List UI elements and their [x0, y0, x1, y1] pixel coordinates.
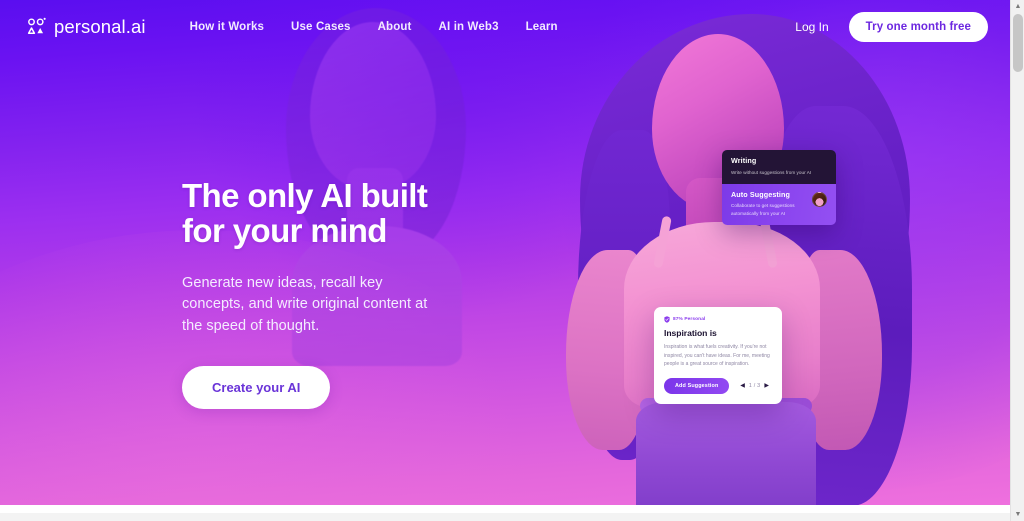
try-free-button[interactable]: Try one month free: [848, 12, 988, 42]
login-link[interactable]: Log In: [795, 20, 828, 34]
writing-mode-title: Writing: [731, 156, 757, 165]
nav-item-use-cases[interactable]: Use Cases: [291, 21, 351, 33]
brand-logo[interactable]: personal.ai: [26, 16, 146, 38]
vertical-scrollbar[interactable]: ▲ ▼: [1010, 0, 1024, 521]
page-canvas: personal.ai How it Works Use Cases About…: [0, 0, 1010, 513]
hero-subtitle: Generate new ideas, recall key concepts,…: [182, 274, 428, 335]
primary-nav: How it Works Use Cases About AI in Web3 …: [190, 21, 558, 33]
auto-suggesting-title: Auto Suggesting: [731, 189, 790, 199]
next-arrow-icon[interactable]: ▶: [764, 383, 769, 389]
pager-count: 1 / 3: [748, 382, 761, 389]
background-bloom-right: [560, 0, 1010, 490]
hero-figure-strap-left: [653, 215, 672, 269]
nav-item-learn[interactable]: Learn: [526, 21, 558, 33]
nav-item-how-it-works[interactable]: How it Works: [190, 21, 264, 33]
shield-badge-icon: [664, 316, 670, 323]
writing-modes-card: Writing Write without suggestions from y…: [722, 150, 836, 225]
browser-viewport: personal.ai How it Works Use Cases About…: [0, 0, 1024, 521]
inspiration-suggestion-card: 87% Personal Inspiration is Inspiration …: [654, 307, 782, 404]
scrollbar-thumb[interactable]: [1013, 14, 1023, 72]
scroll-up-arrow-icon[interactable]: ▲: [1011, 0, 1024, 13]
suggestion-pager: ◀ 1 / 3 ▶: [740, 383, 773, 389]
top-navigation-bar: personal.ai How it Works Use Cases About…: [0, 0, 1010, 54]
hero-title: The only AI built for your mind: [182, 177, 428, 250]
writing-mode-description: Write without suggestions from your AI: [731, 169, 812, 175]
personal-score-label: 87% Personal: [673, 317, 706, 322]
auto-suggesting-description: Collaborate to get suggestions automatic…: [731, 203, 795, 216]
brand-name: personal.ai: [54, 16, 146, 37]
hero-figure-jeans: [636, 402, 816, 513]
hero-figure-arm-left: [566, 250, 646, 450]
scroll-down-arrow-icon[interactable]: ▼: [1011, 508, 1024, 521]
add-suggestion-button[interactable]: Add Suggestion: [664, 377, 730, 394]
inspiration-card-body: Inspiration is what fuels creativity. If…: [664, 344, 770, 368]
nav-actions: Log In Try one month free: [795, 12, 988, 42]
hero-figure-hair-left: [578, 130, 670, 460]
personal-ai-grid-logo-icon: [27, 17, 46, 34]
prev-arrow-icon[interactable]: ◀: [740, 383, 745, 389]
personal-score-badge: 87% Personal: [664, 316, 773, 323]
hero-content: The only AI built for your mind Generate…: [182, 178, 482, 409]
page-bottom-edge: [0, 505, 1010, 513]
create-your-ai-button[interactable]: Create your AI: [182, 365, 331, 409]
user-avatar: [812, 191, 827, 207]
nav-item-ai-in-web3[interactable]: AI in Web3: [439, 21, 499, 33]
hero-figure-primary: [540, 10, 940, 513]
inspiration-card-title: Inspiration is: [664, 328, 717, 338]
nav-item-about[interactable]: About: [378, 21, 412, 33]
writing-mode-option-writing[interactable]: Writing Write without suggestions from y…: [722, 150, 836, 184]
inspiration-card-footer: Add Suggestion ◀ 1 / 3 ▶: [664, 377, 773, 394]
writing-mode-option-auto-suggesting[interactable]: Auto Suggesting Collaborate to get sugge…: [722, 183, 836, 225]
hero-figure-arm-right: [802, 250, 882, 450]
